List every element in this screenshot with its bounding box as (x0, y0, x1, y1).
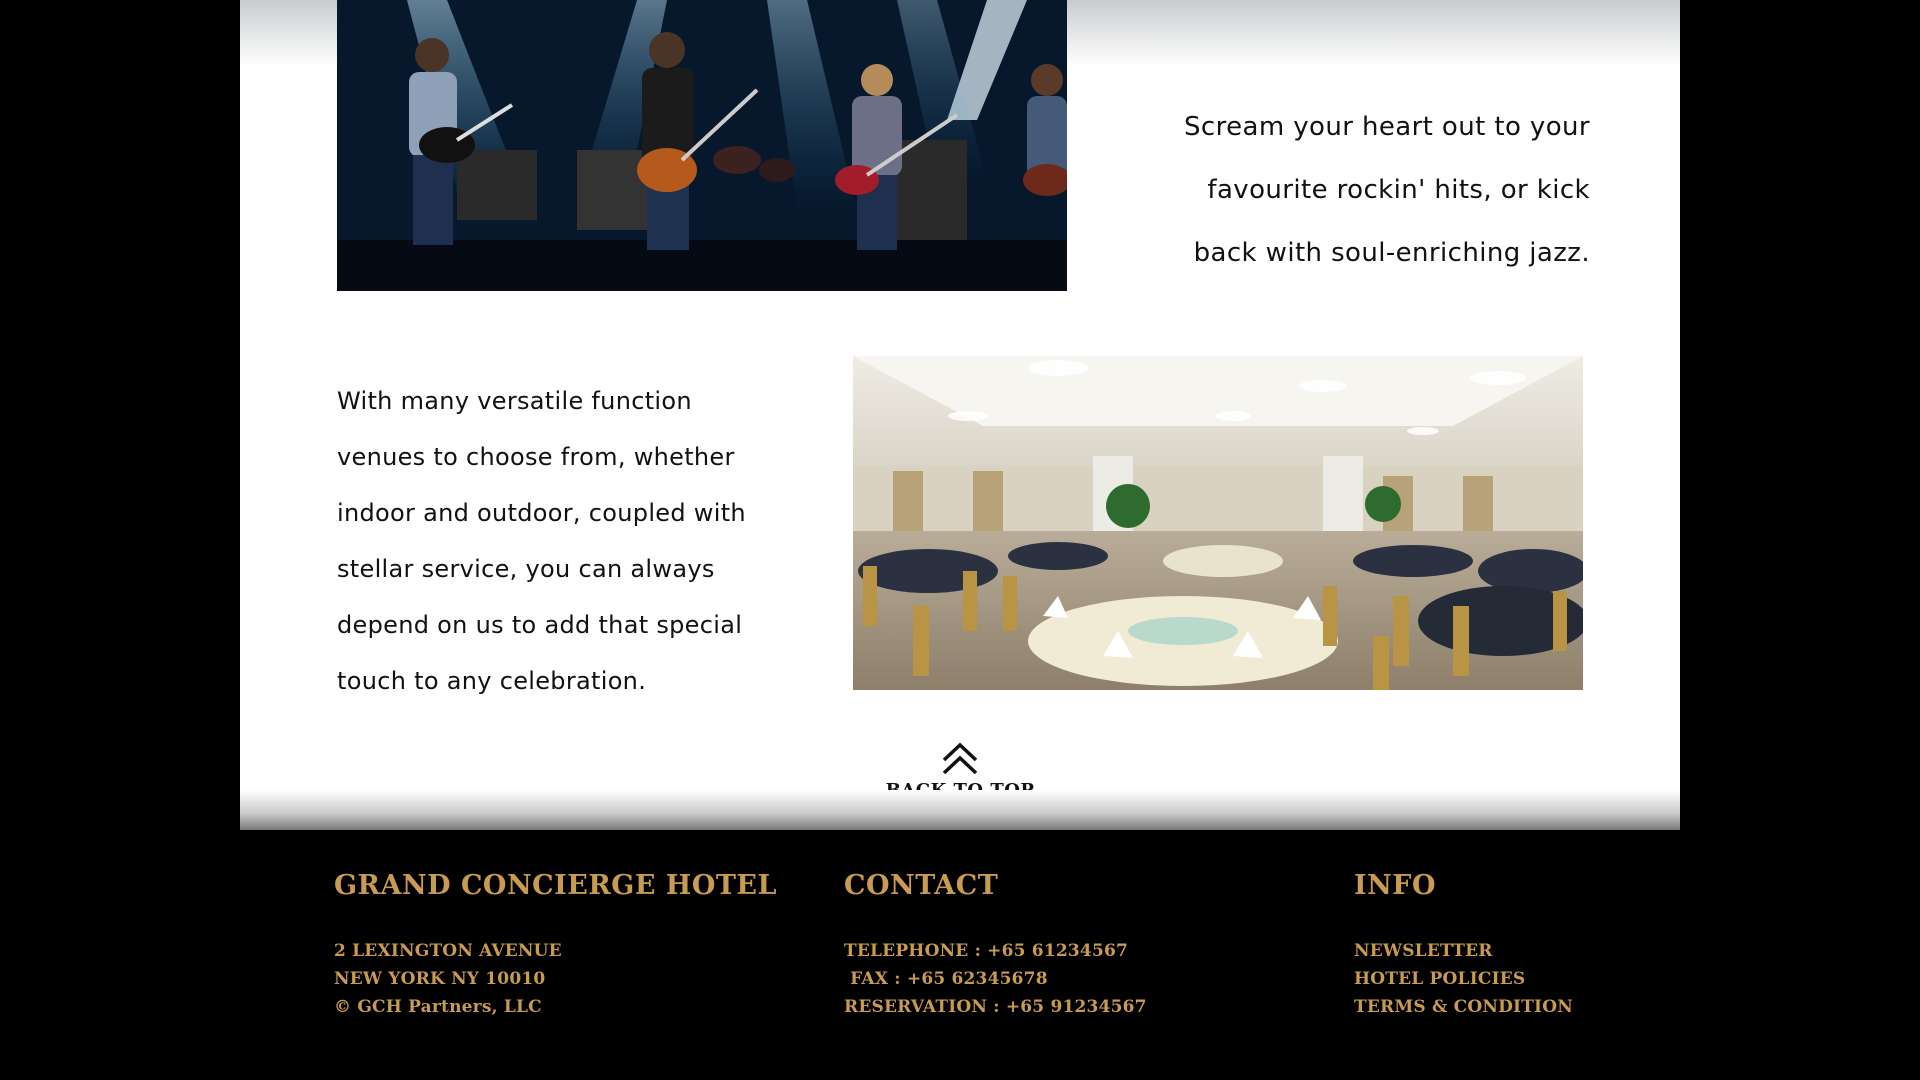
concert-photo (337, 0, 1067, 291)
rock-line: Scream your heart out to your (1184, 112, 1590, 142)
venue-description: With many versatile function venues to c… (337, 373, 807, 709)
footer-contact-title: CONTACT (844, 870, 999, 901)
address-line-2: NEW YORK NY 10010 (334, 969, 546, 989)
fax: FAX : +65 62345678 (844, 969, 1048, 989)
venue-line: With many versatile function (337, 387, 692, 415)
telephone: TELEPHONE : +65 61234567 (844, 941, 1129, 961)
footer-info-title: INFO (1354, 870, 1436, 901)
copyright: © GCH Partners, LLC (334, 997, 542, 1017)
rock-description: Scream your heart out to your favourite … (1100, 96, 1590, 285)
main-content: Scream your heart out to your favourite … (240, 0, 1680, 830)
venue-line: stellar service, you can always (337, 555, 715, 583)
footer-info-column: INFO NEWSLETTER HOTEL POLICIES TERMS & C… (1354, 870, 1573, 1021)
ballroom-photo (853, 356, 1583, 690)
rock-line: favourite rockin' hits, or kick (1207, 175, 1590, 205)
bottom-gradient (240, 790, 1680, 830)
footer-contact-column: CONTACT TELEPHONE : +65 61234567 FAX : +… (844, 870, 1147, 1021)
reservation: RESERVATION : +65 91234567 (844, 997, 1147, 1017)
venue-line: touch to any celebration. (337, 667, 647, 695)
venue-line: depend on us to add that special (337, 611, 743, 639)
double-chevron-up-icon (942, 742, 978, 775)
hotel-policies-link[interactable]: HOTEL POLICIES (1354, 965, 1573, 993)
footer: GRAND CONCIERGE HOTEL 2 LEXINGTON AVENUE… (0, 830, 1920, 1080)
venue-line: indoor and outdoor, coupled with (337, 499, 746, 527)
terms-condition-link[interactable]: TERMS & CONDITION (1354, 993, 1573, 1021)
footer-hotel-title: GRAND CONCIERGE HOTEL (334, 870, 777, 901)
newsletter-link[interactable]: NEWSLETTER (1354, 937, 1573, 965)
page: Scream your heart out to your favourite … (0, 0, 1920, 1080)
venue-line: venues to choose from, whether (337, 443, 735, 471)
address-line-1: 2 LEXINGTON AVENUE (334, 941, 562, 961)
footer-hotel-column: GRAND CONCIERGE HOTEL 2 LEXINGTON AVENUE… (334, 870, 777, 1021)
rock-line: back with soul-enriching jazz. (1193, 238, 1590, 268)
